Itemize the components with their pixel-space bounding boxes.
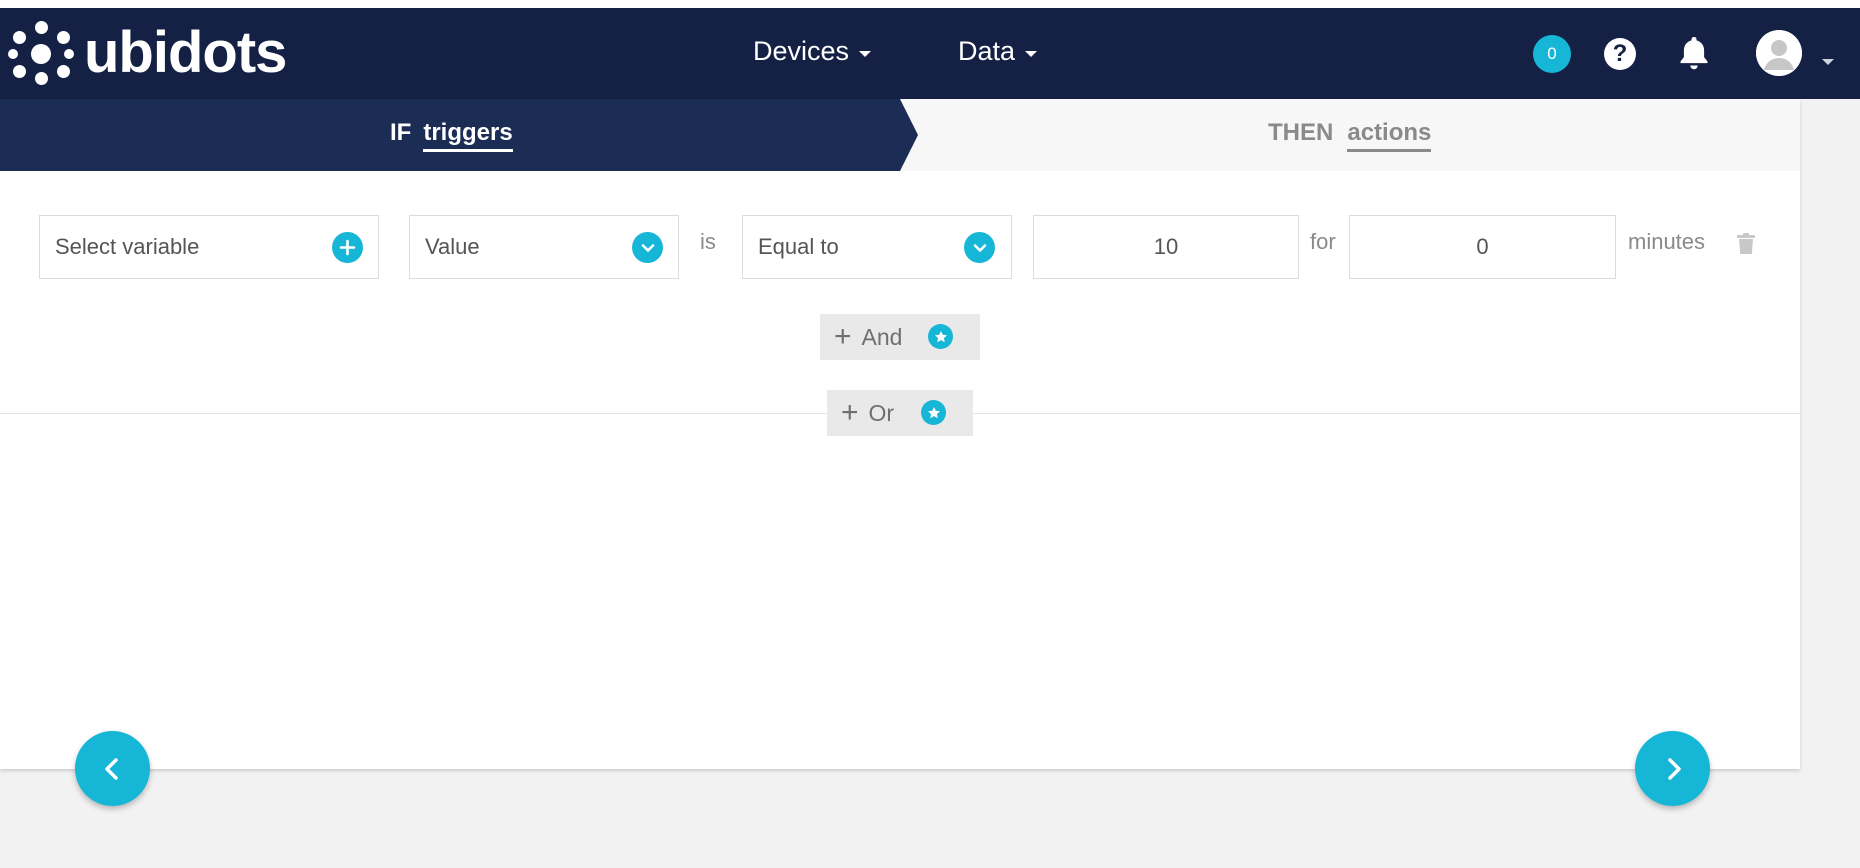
nav-data-label: Data: [958, 36, 1016, 66]
avatar-caret-icon[interactable]: [1822, 59, 1834, 65]
aggregation-value: Value: [425, 234, 480, 259]
chevron-down-icon: [964, 232, 995, 263]
tab-then-actions[interactable]: THEN actions: [1268, 119, 1432, 152]
star-icon: [921, 400, 946, 425]
trash-icon[interactable]: [1737, 233, 1755, 260]
caret-down-icon: [1025, 50, 1038, 57]
help-icon[interactable]: ?: [1604, 38, 1636, 70]
user-avatar-icon[interactable]: [1756, 30, 1802, 76]
operator-select[interactable]: Equal to: [742, 215, 1012, 279]
operator-value: Equal to: [758, 234, 839, 259]
chevron-right-icon: [1667, 757, 1681, 780]
notification-count-badge[interactable]: 0: [1533, 35, 1571, 73]
plus-icon: +: [841, 396, 859, 429]
plus-icon: +: [834, 320, 852, 353]
step-tabs: IF triggers THEN actions: [0, 99, 1800, 171]
add-variable-plus-icon[interactable]: [332, 232, 363, 263]
star-icon: [928, 324, 953, 349]
caret-down-icon: [859, 50, 872, 57]
aggregation-select[interactable]: Value: [409, 215, 679, 279]
nav-devices-label: Devices: [753, 36, 850, 66]
then-word: actions: [1347, 119, 1432, 152]
top-strip: [0, 0, 1860, 8]
duration-input[interactable]: 0: [1349, 215, 1616, 279]
bell-icon[interactable]: [1677, 35, 1711, 76]
select-variable-field[interactable]: Select variable: [39, 215, 379, 279]
or-label: Or: [868, 399, 895, 426]
logo-wordmark: ubidots: [84, 20, 287, 85]
minutes-label: minutes: [1628, 229, 1706, 254]
condition-row: Select variable Value is Equal to 10 for…: [0, 215, 1800, 281]
previous-step-button[interactable]: [75, 731, 150, 806]
add-and-condition-button[interactable]: + And: [820, 314, 980, 360]
add-or-condition-button[interactable]: + Or: [827, 390, 973, 436]
top-navbar: ubidots Devices Data 0 ?: [0, 8, 1860, 99]
nav-data-menu[interactable]: Data: [958, 36, 1038, 67]
nav-devices-menu[interactable]: Devices: [753, 36, 872, 67]
if-prefix: IF: [390, 119, 412, 146]
select-variable-placeholder: Select variable: [55, 234, 200, 259]
tab-if-triggers[interactable]: IF triggers: [390, 119, 513, 152]
chevron-down-icon: [632, 232, 663, 263]
logo-dots-icon: [8, 20, 74, 86]
is-label: is: [700, 229, 716, 254]
for-label: for: [1310, 229, 1336, 254]
event-builder-card: IF triggers THEN actions Select variable…: [0, 99, 1800, 769]
ubidots-logo[interactable]: ubidots: [8, 20, 287, 86]
threshold-value-input[interactable]: 10: [1033, 215, 1299, 279]
then-prefix: THEN: [1268, 119, 1334, 146]
if-word: triggers: [423, 119, 513, 152]
and-label: And: [861, 323, 903, 350]
next-step-button[interactable]: [1635, 731, 1710, 806]
chevron-left-icon: [104, 757, 118, 780]
